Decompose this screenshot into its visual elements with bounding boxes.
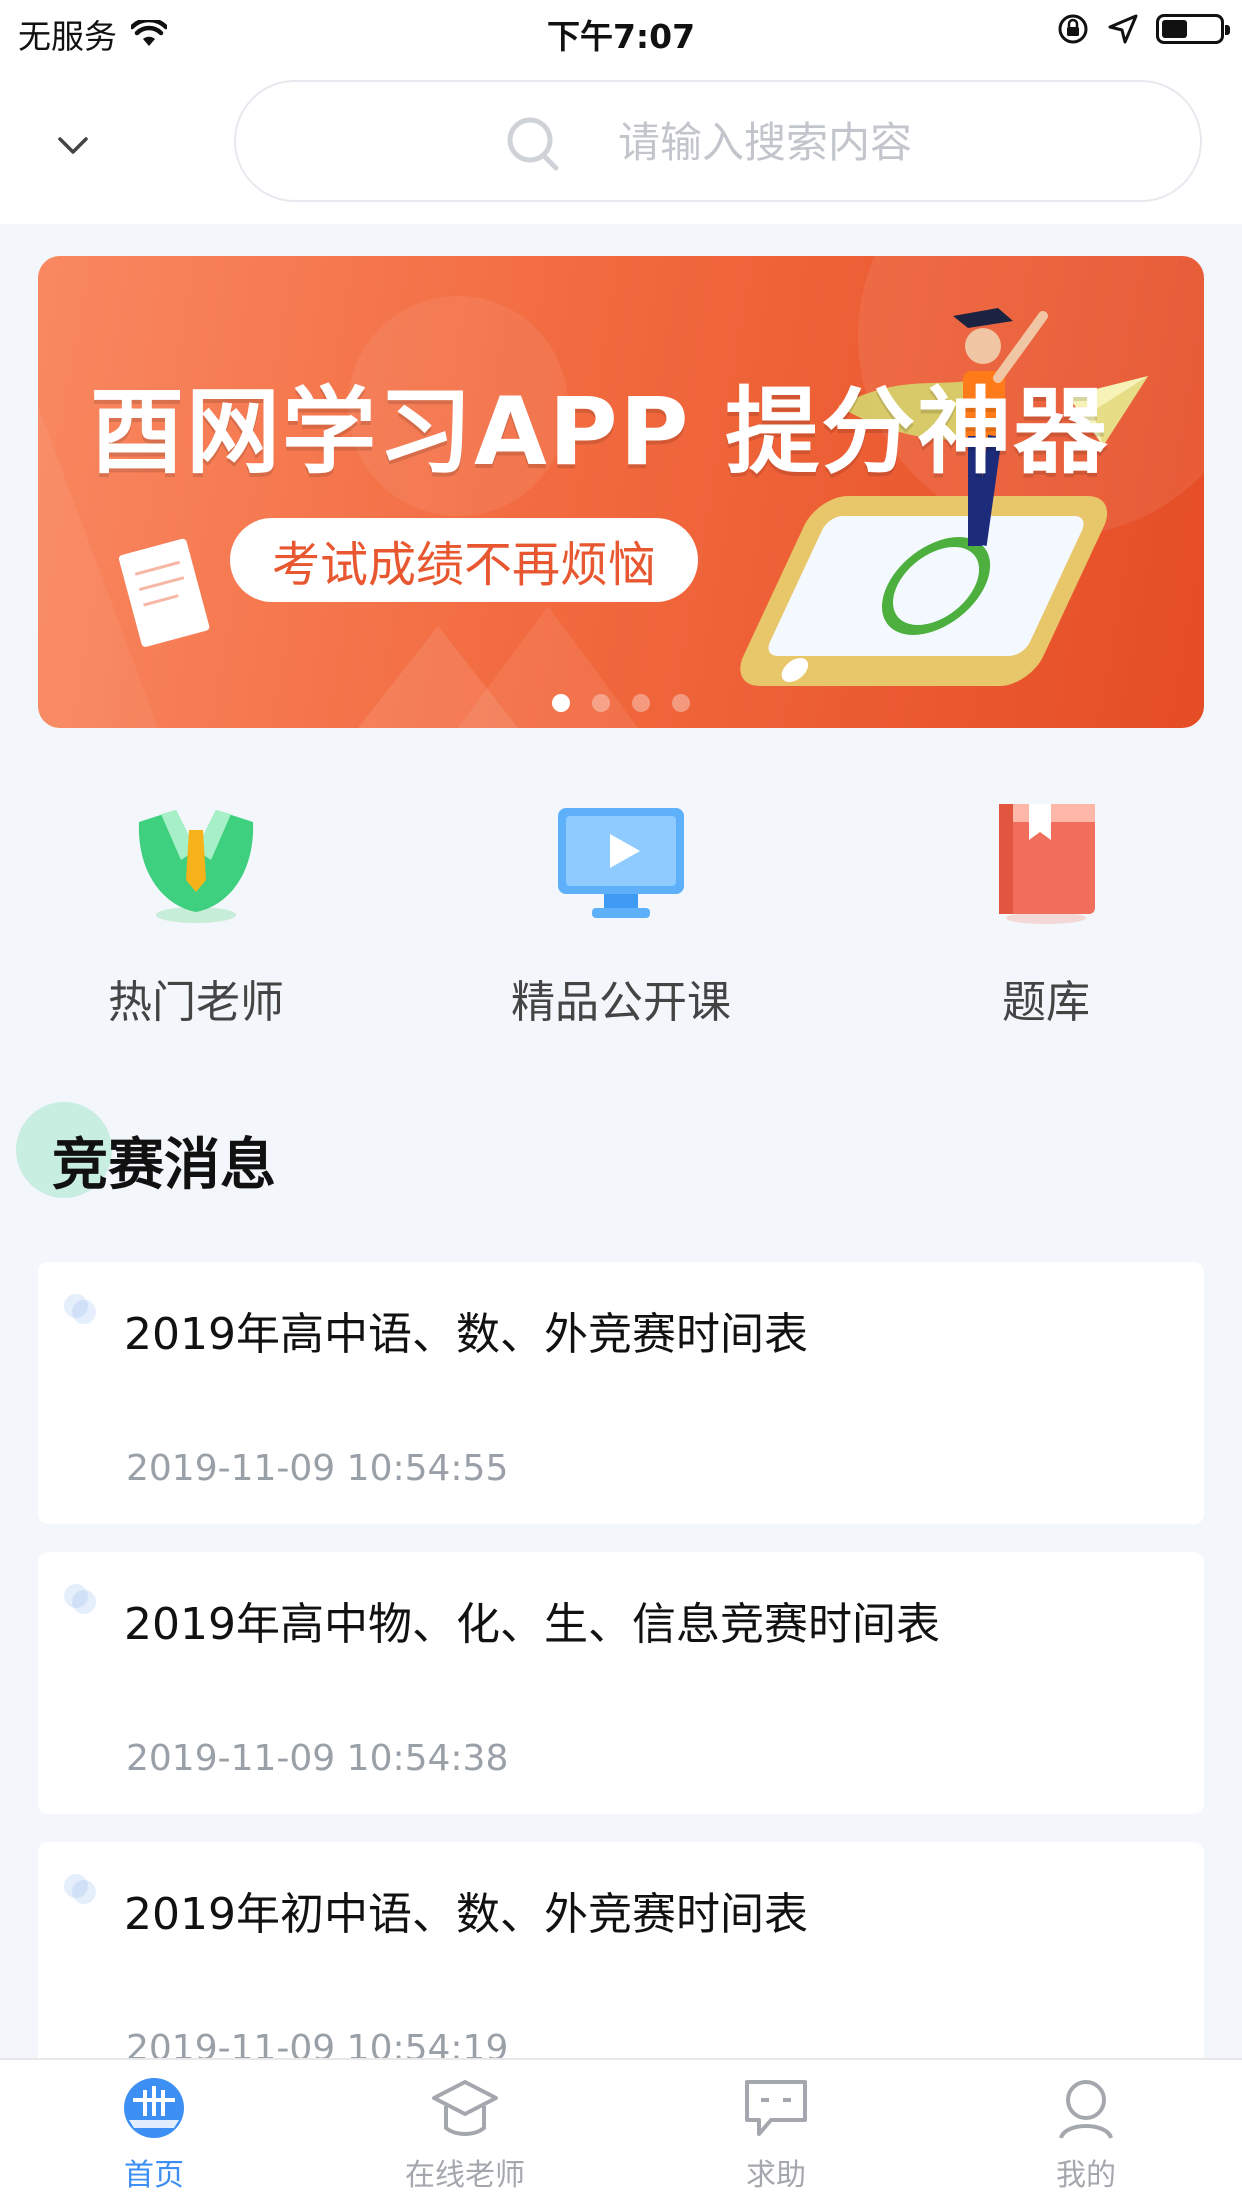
person-icon	[1059, 2080, 1113, 2139]
promo-banner[interactable]: 酉网学习APP 提分神器 考试成绩不再烦恼	[38, 256, 1204, 728]
banner-illustration	[38, 256, 1204, 728]
quick-nav-label: 题库	[1002, 977, 1090, 1028]
top-header	[0, 62, 1242, 224]
video-monitor-icon	[558, 808, 684, 918]
graduation-cap-icon	[432, 2080, 498, 2136]
tab-label: 首页	[124, 2158, 184, 2193]
tab-online-teachers[interactable]: 在线老师	[365, 2076, 565, 2194]
battery-icon	[1156, 14, 1230, 44]
search-icon	[507, 117, 559, 171]
quick-nav-question-bank[interactable]: 题库	[896, 800, 1196, 1030]
chevron-down-icon[interactable]	[50, 122, 96, 168]
news-title: 2019年高中语、数、外竞赛时间表	[124, 1309, 808, 1360]
status-bar: 无服务 下午7:07	[0, 0, 1242, 62]
tab-label: 在线老师	[405, 2158, 525, 2193]
location-arrow-icon	[1108, 14, 1138, 44]
tab-home[interactable]: 首页	[54, 2076, 254, 2194]
carousel-dot[interactable]	[592, 694, 610, 712]
search-box[interactable]	[234, 80, 1202, 202]
tab-label: 求助	[746, 2158, 806, 2193]
carousel-dot[interactable]	[672, 694, 690, 712]
news-timestamp: 2019-11-09 10:54:55	[126, 1448, 509, 1489]
bullet-icon	[64, 1294, 96, 1324]
tab-help[interactable]: 求助	[676, 2076, 876, 2194]
home-icon	[124, 2078, 184, 2138]
news-timestamp: 2019-11-09 10:54:38	[126, 1738, 509, 1779]
news-title: 2019年初中语、数、外竞赛时间表	[124, 1889, 808, 1940]
carousel-dot[interactable]	[632, 694, 650, 712]
quick-nav-label: 精品公开课	[511, 977, 731, 1028]
rotation-lock-icon	[1058, 14, 1088, 44]
bottom-tab-bar: 首页 在线老师 求助 我的	[0, 2058, 1242, 2208]
quick-nav: 热门老师 精品公开课 题库	[0, 800, 1242, 1040]
bullet-icon	[64, 1874, 96, 1904]
quick-nav-hot-teachers[interactable]: 热门老师	[46, 800, 346, 1030]
question-book-icon	[999, 804, 1095, 924]
carousel-indicator	[38, 694, 1204, 712]
status-right	[1056, 12, 1230, 46]
banner-subtitle: 考试成绩不再烦恼	[230, 518, 698, 602]
tab-profile[interactable]: 我的	[986, 2076, 1186, 2194]
quick-nav-open-courses[interactable]: 精品公开课	[471, 800, 771, 1030]
search-input[interactable]	[616, 108, 1140, 176]
news-title: 2019年高中物、化、生、信息竞赛时间表	[124, 1599, 940, 1650]
quick-nav-label: 热门老师	[108, 977, 284, 1028]
carousel-dot[interactable]	[552, 694, 570, 712]
bullet-icon	[64, 1584, 96, 1614]
news-card[interactable]: 2019年高中物、化、生、信息竞赛时间表 2019-11-09 10:54:38	[38, 1552, 1204, 1814]
chat-bubble-icon	[745, 2080, 807, 2136]
teacher-suit-icon	[138, 810, 254, 923]
news-card[interactable]: 2019年高中语、数、外竞赛时间表 2019-11-09 10:54:55	[38, 1262, 1204, 1524]
banner-title: 酉网学习APP 提分神器	[90, 378, 1110, 487]
tab-label: 我的	[1056, 2158, 1116, 2193]
section-title: 竞赛消息	[52, 1133, 276, 1198]
battery-level	[1162, 20, 1187, 38]
